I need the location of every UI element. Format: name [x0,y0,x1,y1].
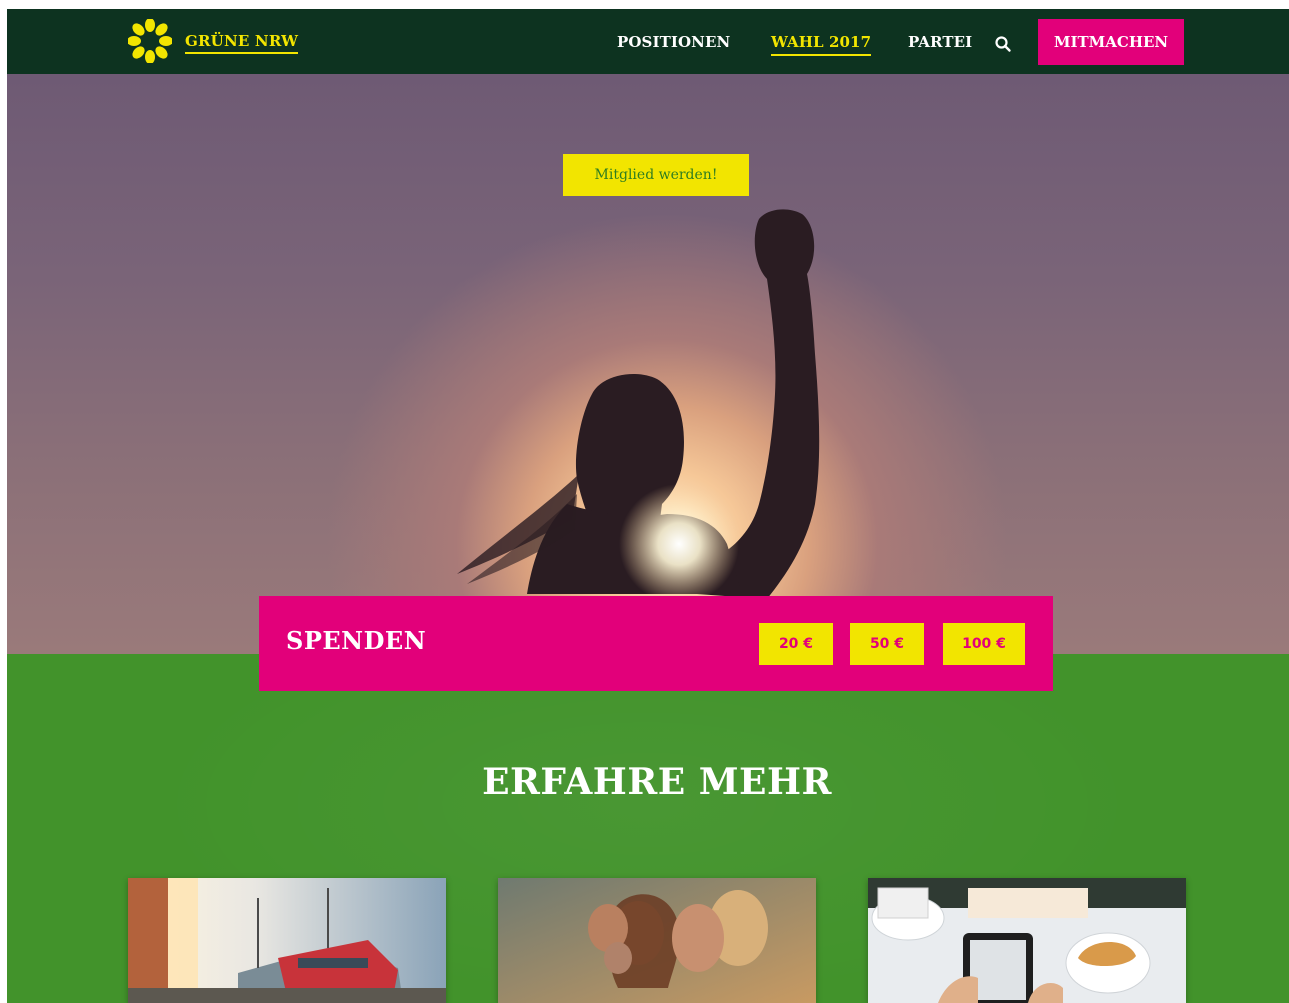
donate-50-button[interactable]: 50 € [850,623,924,665]
tablet-image [868,878,1186,1003]
sunflower-logo-icon[interactable] [128,19,172,63]
nav-wahl-2017[interactable]: WAHL 2017 [771,33,872,56]
nav-partei[interactable]: PARTEI [908,33,972,51]
donate-bar: SPENDEN 20 € 50 € 100 € [259,596,1053,691]
donate-title: SPENDEN [286,626,427,655]
mitmachen-button[interactable]: MITMACHEN [1038,19,1184,65]
hero-image: Mitglied werden! [7,74,1289,654]
nav-positionen[interactable]: POSITIONEN [617,33,730,51]
card-people-image[interactable] [498,878,816,1003]
section-title: ERFAHRE MEHR [482,761,832,803]
site-header: GRÜNE NRW POSITIONEN WAHL 2017 PARTEI MI… [7,9,1289,74]
card-tablet-image[interactable] [868,878,1186,1003]
donate-100-button[interactable]: 100 € [943,623,1025,665]
brand-name[interactable]: GRÜNE NRW [185,32,299,54]
mitglied-werden-button[interactable]: Mitglied werden! [563,154,749,196]
page-frame: GRÜNE NRW POSITIONEN WAHL 2017 PARTEI MI… [7,9,1289,1003]
search-icon[interactable] [994,35,1012,53]
people-image [498,878,816,1003]
card-train-image[interactable] [128,878,446,1003]
train-image [128,878,446,1003]
donate-20-button[interactable]: 20 € [759,623,833,665]
